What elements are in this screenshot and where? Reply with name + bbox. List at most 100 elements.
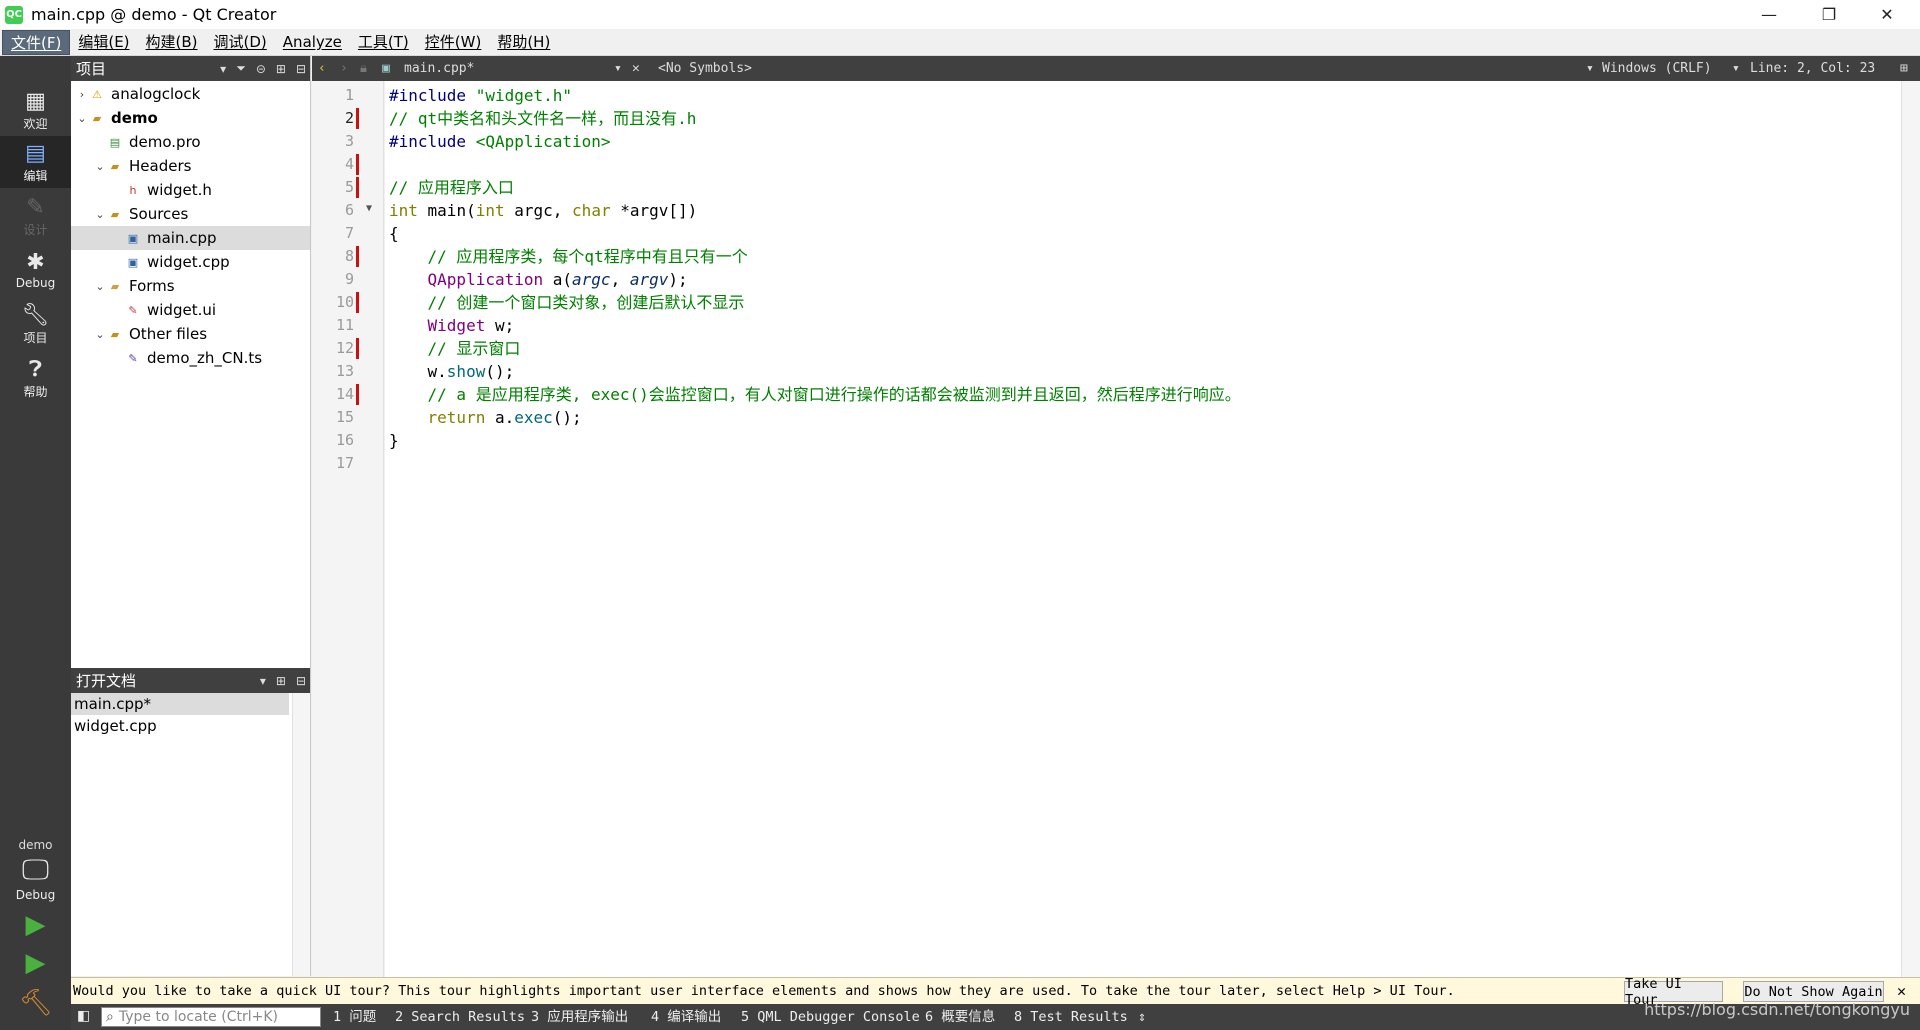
open-doc-item[interactable]: main.cpp* <box>71 693 289 715</box>
open-doc-item[interactable]: widget.cpp <box>71 715 289 737</box>
output-tab-issues[interactable]: 1 问题 <box>333 1004 376 1030</box>
forms-folder-icon: ▰ <box>110 279 120 293</box>
close-panel-icon[interactable]: ⊟ <box>296 674 306 688</box>
project-tree-item[interactable]: › ⚠ analogclock <box>71 82 310 106</box>
project-tree-label: demo.pro <box>129 133 201 151</box>
close-infobar-icon[interactable]: ✕ <box>1897 982 1906 1000</box>
output-tab-compile-output[interactable]: 4 编译输出 <box>651 1004 721 1030</box>
split-icon[interactable]: ⊞ <box>276 62 286 76</box>
current-file-selector[interactable]: main.cpp* <box>404 56 474 81</box>
cursor-position[interactable]: Line: 2, Col: 23 <box>1750 56 1875 81</box>
split-icon[interactable]: ⊞ <box>276 674 286 688</box>
menu-file[interactable]: 文件(F) <box>2 29 71 55</box>
project-tree-item[interactable]: ⌄ ▰ demo <box>71 106 310 130</box>
mode-debug[interactable]: ✱ Debug <box>0 244 71 296</box>
toggle-sidebar-icon[interactable]: ◧ <box>77 1008 90 1024</box>
bug-icon: ✱ <box>26 250 45 275</box>
code-line: QApplication a(argc, argv); <box>427 270 688 289</box>
menu-analyze[interactable]: Analyze <box>275 30 350 55</box>
mode-welcome[interactable]: ▦ 欢迎 <box>0 84 71 136</box>
project-tree-item[interactable]: ✎ demo_zh_CN.ts <box>71 346 310 370</box>
ts-file-icon: ✎ <box>128 351 138 365</box>
menu-edit[interactable]: 编辑(E) <box>70 30 137 55</box>
back-arrow-icon[interactable]: ‹ <box>318 56 326 81</box>
chevron-down-icon[interactable]: ▾ <box>1732 56 1740 81</box>
project-tree-item[interactable]: ▣ main.cpp <box>71 226 310 250</box>
line-number: 11 <box>335 316 354 334</box>
fold-marker-icon[interactable]: ▼ <box>366 203 372 214</box>
mode-help[interactable]: ❓︎ 帮助 <box>0 352 71 404</box>
up-down-arrows-icon[interactable]: ⇕ <box>1138 1004 1146 1030</box>
menu-tools[interactable]: 工具(T) <box>350 30 417 55</box>
menu-widgets[interactable]: 控件(W) <box>417 30 490 55</box>
output-tab-qml-console[interactable]: 5 QML Debugger Console <box>741 1004 920 1030</box>
project-tree-label: Sources <box>129 205 189 223</box>
close-document-icon[interactable]: ✕ <box>632 56 640 81</box>
menu-build[interactable]: 构建(B) <box>138 30 206 55</box>
output-tab-search-results[interactable]: 2 Search Results <box>395 1004 525 1030</box>
link-icon[interactable]: ⊝ <box>256 62 266 76</box>
build-hammer-icon[interactable]: 🔨︎ <box>0 988 71 1018</box>
kit-project-label: demo <box>18 838 53 852</box>
split-editor-icon[interactable]: ⊞ <box>1900 56 1908 81</box>
chevron-down-icon[interactable]: ⌄ <box>93 208 107 221</box>
take-ui-tour-button[interactable]: Take UI Tour <box>1624 976 1723 1008</box>
project-tree-item[interactable]: ▤ demo.pro <box>71 130 310 154</box>
kit-selector[interactable]: demo 🖵︎ Debug <box>0 816 71 924</box>
do-not-show-again-button[interactable]: Do Not Show Again <box>1743 981 1884 1002</box>
modified-line-marker <box>356 292 359 313</box>
debug-run-icon[interactable]: ▶ <box>0 948 71 978</box>
chevron-down-icon[interactable]: ⌄ <box>93 280 107 293</box>
cpp-file-icon: ▣ <box>127 231 139 245</box>
output-tab-test-results[interactable]: 8 Test Results <box>1014 1004 1128 1030</box>
mode-projects[interactable]: 🔧︎ 项目 <box>0 298 71 350</box>
ui-tour-message: Would you like to take a quick UI tour? … <box>73 983 1455 999</box>
editor-scrollbar[interactable] <box>1901 81 1920 977</box>
chevron-down-icon[interactable]: ⌄ <box>75 112 89 125</box>
sources-folder-icon: ▰ <box>110 207 120 221</box>
restore-button[interactable]: ❐ <box>1800 0 1858 29</box>
line-number: 2 <box>344 109 354 127</box>
output-tab-general-messages[interactable]: 6 概要信息 <box>925 1004 995 1030</box>
run-icon[interactable]: ▶ <box>0 910 71 940</box>
chevron-down-icon[interactable]: ▾ <box>1586 56 1594 81</box>
project-tree-label: widget.ui <box>147 301 217 319</box>
output-tab-app-output[interactable]: 3 应用程序输出 <box>531 1004 628 1030</box>
open-documents-panel: 打开文档 ▾ ⊞ ⊟ main.cpp* widget.cpp <box>71 668 311 976</box>
forward-arrow-icon[interactable]: › <box>340 56 348 81</box>
project-tree-item[interactable]: ⌄ ▰ Sources <box>71 202 310 226</box>
project-tree-item[interactable]: ▣ widget.cpp <box>71 250 310 274</box>
chevron-right-icon[interactable]: › <box>75 88 89 101</box>
project-folder-icon: ▰ <box>92 111 102 125</box>
modified-line-marker <box>356 108 359 129</box>
dropdown-icon[interactable]: ▾ <box>260 674 266 688</box>
monitor-icon: 🖵︎ <box>22 853 49 886</box>
project-tree-item[interactable]: ⌄ ▰ Forms <box>71 274 310 298</box>
menu-debug[interactable]: 调试(D) <box>206 30 275 55</box>
open-docs-scrollbar[interactable] <box>292 693 310 976</box>
close-window-button[interactable]: ✕ <box>1858 0 1916 29</box>
dropdown-icon[interactable]: ▾ <box>220 62 226 76</box>
code-editor[interactable]: #include "widget.h" // qt中类名和头文件名一样，而且没有… <box>385 81 1901 977</box>
mode-edit[interactable]: ▤ 编辑 <box>0 136 71 188</box>
minimize-button[interactable]: — <box>1740 0 1798 29</box>
chevron-down-icon[interactable]: ⌄ <box>93 328 107 341</box>
other-folder-icon: ▰ <box>110 327 120 341</box>
line-number: 13 <box>335 362 354 380</box>
chevron-down-icon[interactable]: ▾ <box>614 56 622 81</box>
project-tree-item[interactable]: ⌄ ▰ Other files <box>71 322 310 346</box>
filter-icon[interactable]: ⏷ <box>236 61 246 76</box>
project-tree-item[interactable]: ✎ widget.ui <box>71 298 310 322</box>
symbols-selector[interactable]: <No Symbols> <box>658 56 752 81</box>
project-tree-label: demo <box>111 109 158 127</box>
locator-input[interactable]: ⌕ Type to locate (Ctrl+K) <box>101 1007 321 1027</box>
line-ending-selector[interactable]: Windows (CRLF) <box>1602 56 1712 81</box>
menu-help[interactable]: 帮助(H) <box>489 30 558 55</box>
locator-placeholder: Type to locate (Ctrl+K) <box>118 1009 278 1025</box>
project-tree-item[interactable]: h widget.h <box>71 178 310 202</box>
chevron-down-icon[interactable]: ⌄ <box>93 160 107 173</box>
code-line: #include "widget.h" <box>389 86 573 105</box>
project-tree-item[interactable]: ⌄ ▰ Headers <box>71 154 310 178</box>
close-panel-icon[interactable]: ⊟ <box>296 62 306 76</box>
mode-design[interactable]: ✎ 设计 <box>0 190 71 242</box>
